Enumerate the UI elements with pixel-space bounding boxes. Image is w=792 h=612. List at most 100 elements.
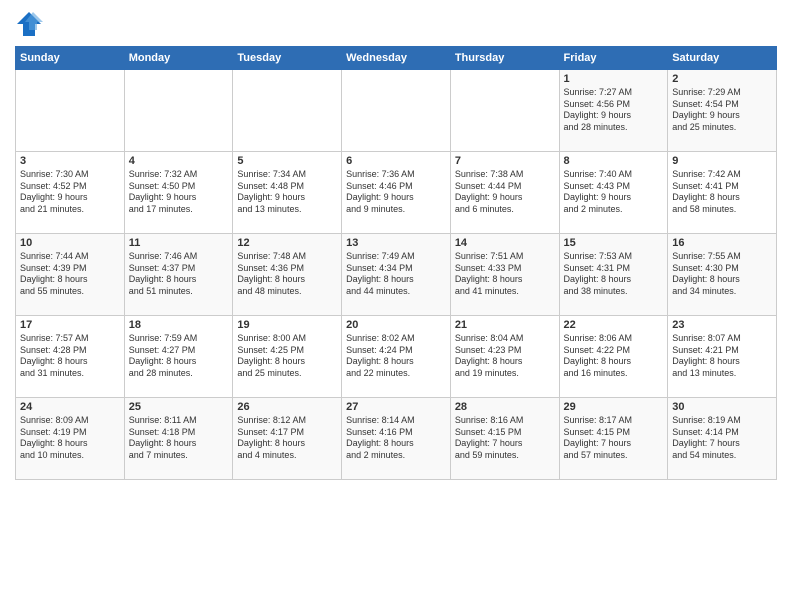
calendar-header-row: SundayMondayTuesdayWednesdayThursdayFrid…: [16, 47, 777, 70]
cell-info-line: Sunrise: 7:46 AM: [129, 251, 229, 263]
calendar-cell: 8Sunrise: 7:40 AMSunset: 4:43 PMDaylight…: [559, 152, 668, 234]
cell-info-line: and 59 minutes.: [455, 450, 555, 462]
cell-info-line: Sunset: 4:14 PM: [672, 427, 772, 439]
logo-icon: [15, 10, 43, 38]
day-number: 19: [237, 319, 337, 331]
calendar-cell: [233, 70, 342, 152]
cell-info-line: Sunrise: 7:29 AM: [672, 87, 772, 99]
cell-info-line: Sunrise: 7:55 AM: [672, 251, 772, 263]
day-number: 27: [346, 401, 446, 413]
cell-info-line: Sunset: 4:34 PM: [346, 263, 446, 275]
cell-info-line: Sunrise: 7:36 AM: [346, 169, 446, 181]
day-number: 3: [20, 155, 120, 167]
cell-info-line: Sunrise: 7:27 AM: [564, 87, 664, 99]
cell-info-line: Sunset: 4:28 PM: [20, 345, 120, 357]
calendar-cell: [124, 70, 233, 152]
cell-info-line: Daylight: 9 hours: [20, 192, 120, 204]
cell-info-line: and 4 minutes.: [237, 450, 337, 462]
cell-info-line: Daylight: 8 hours: [672, 274, 772, 286]
cell-info-line: Daylight: 8 hours: [20, 356, 120, 368]
calendar-table: SundayMondayTuesdayWednesdayThursdayFrid…: [15, 46, 777, 480]
cell-info-line: Sunrise: 8:16 AM: [455, 415, 555, 427]
calendar-cell: 16Sunrise: 7:55 AMSunset: 4:30 PMDayligh…: [668, 234, 777, 316]
day-header-wednesday: Wednesday: [342, 47, 451, 70]
day-number: 21: [455, 319, 555, 331]
day-number: 24: [20, 401, 120, 413]
cell-info-line: Daylight: 8 hours: [455, 356, 555, 368]
calendar-cell: 9Sunrise: 7:42 AMSunset: 4:41 PMDaylight…: [668, 152, 777, 234]
cell-info-line: Daylight: 8 hours: [564, 274, 664, 286]
cell-info-line: Sunrise: 7:44 AM: [20, 251, 120, 263]
cell-info-line: Daylight: 7 hours: [455, 438, 555, 450]
calendar-cell: 17 Sunrise: 7:57 AMSunset: 4:28 PMDayligh…: [16, 316, 125, 398]
day-number: 11: [129, 237, 229, 249]
calendar-week-1: 1Sunrise: 7:27 AMSunset: 4:56 PMDaylight…: [16, 70, 777, 152]
cell-info-line: Daylight: 8 hours: [564, 356, 664, 368]
calendar-cell: 19Sunrise: 8:00 AMSunset: 4:25 PMDayligh…: [233, 316, 342, 398]
cell-info-line: Sunrise: 7:48 AM: [237, 251, 337, 263]
cell-info-line: Daylight: 9 hours: [346, 192, 446, 204]
cell-info-line: Sunrise: 7:57 AM: [20, 333, 120, 345]
cell-info-line: Daylight: 8 hours: [129, 356, 229, 368]
cell-info-line: Sunset: 4:36 PM: [237, 263, 337, 275]
cell-info-line: Sunset: 4:19 PM: [20, 427, 120, 439]
day-number: 22: [564, 319, 664, 331]
day-number: 25: [129, 401, 229, 413]
day-header-sunday: Sunday: [16, 47, 125, 70]
day-number: 6: [346, 155, 446, 167]
cell-info-line: and 16 minutes.: [564, 368, 664, 380]
cell-info-line: Daylight: 8 hours: [129, 274, 229, 286]
calendar-cell: [16, 70, 125, 152]
cell-info-line: Sunset: 4:30 PM: [672, 263, 772, 275]
calendar-cell: 10Sunrise: 7:44 AMSunset: 4:39 PMDayligh…: [16, 234, 125, 316]
cell-info-line: Sunset: 4:25 PM: [237, 345, 337, 357]
cell-info-line: Sunrise: 8:02 AM: [346, 333, 446, 345]
day-number: 17: [20, 319, 120, 331]
cell-info-line: Sunset: 4:41 PM: [672, 181, 772, 193]
cell-info-line: Daylight: 8 hours: [672, 356, 772, 368]
cell-info-line: and 13 minutes.: [237, 204, 337, 216]
day-header-tuesday: Tuesday: [233, 47, 342, 70]
cell-info-line: and 48 minutes.: [237, 286, 337, 298]
cell-info-line: and 17 minutes.: [129, 204, 229, 216]
cell-info-line: Daylight: 7 hours: [672, 438, 772, 450]
cell-info-line: and 7 minutes.: [129, 450, 229, 462]
cell-info-line: Sunset: 4:50 PM: [129, 181, 229, 193]
day-number: 12: [237, 237, 337, 249]
calendar-cell: 24Sunrise: 8:09 AMSunset: 4:19 PMDayligh…: [16, 398, 125, 480]
calendar-cell: 5Sunrise: 7:34 AMSunset: 4:48 PMDaylight…: [233, 152, 342, 234]
cell-info-line: Daylight: 8 hours: [346, 274, 446, 286]
cell-info-line: Daylight: 8 hours: [672, 192, 772, 204]
cell-info-line: Sunset: 4:54 PM: [672, 99, 772, 111]
calendar-week-5: 24 Sunrise: 8:09 AMSunset: 4:19 PM Dayligh…: [16, 398, 777, 480]
cell-info-line: and 38 minutes.: [564, 286, 664, 298]
calendar-cell: 2Sunrise: 7:29 AMSunset: 4:54 PMDaylight…: [668, 70, 777, 152]
cell-info-line: Sunset: 4:44 PM: [455, 181, 555, 193]
cell-info-line: Daylight: 9 hours: [455, 192, 555, 204]
day-number: 5: [237, 155, 337, 167]
cell-info-line: Daylight: 8 hours: [346, 356, 446, 368]
cell-info-line: Sunset: 4:17 PM: [237, 427, 337, 439]
calendar-cell: 6Sunrise: 7:36 AMSunset: 4:46 PMDaylight…: [342, 152, 451, 234]
calendar-cell: 12Sunrise: 7:48 AMSunset: 4:36 PMDayligh…: [233, 234, 342, 316]
cell-info-line: and 28 minutes.: [129, 368, 229, 380]
cell-info-line: Sunset: 4:33 PM: [455, 263, 555, 275]
day-number: 10: [20, 237, 120, 249]
day-number: 23: [672, 319, 772, 331]
cell-info-line: and 55 minutes.: [20, 286, 120, 298]
cell-info-line: Sunrise: 8:09 AM: [20, 415, 120, 427]
cell-info-line: Sunrise: 7:34 AM: [237, 169, 337, 181]
calendar-cell: 27Sunrise: 8:14 AMSunset: 4:16 PMDayligh…: [342, 398, 451, 480]
day-number: 14: [455, 237, 555, 249]
cell-info-line: Sunrise: 8:00 AM: [237, 333, 337, 345]
calendar-cell: 23Sunrise: 8:07 AMSunset: 4:21 PMDayligh…: [668, 316, 777, 398]
calendar-cell: 26Sunrise: 8:12 AMSunset: 4:17 PMDayligh…: [233, 398, 342, 480]
day-number: 4: [129, 155, 229, 167]
cell-info-line: and 9 minutes.: [346, 204, 446, 216]
cell-info-line: Sunrise: 8:06 AM: [564, 333, 664, 345]
cell-info-line: and 13 minutes.: [672, 368, 772, 380]
calendar-cell: 1Sunrise: 7:27 AMSunset: 4:56 PMDaylight…: [559, 70, 668, 152]
cell-info-line: Sunset: 4:24 PM: [346, 345, 446, 357]
cell-info-line: Sunset: 4:18 PM: [129, 427, 229, 439]
cell-info-line: and 19 minutes.: [455, 368, 555, 380]
